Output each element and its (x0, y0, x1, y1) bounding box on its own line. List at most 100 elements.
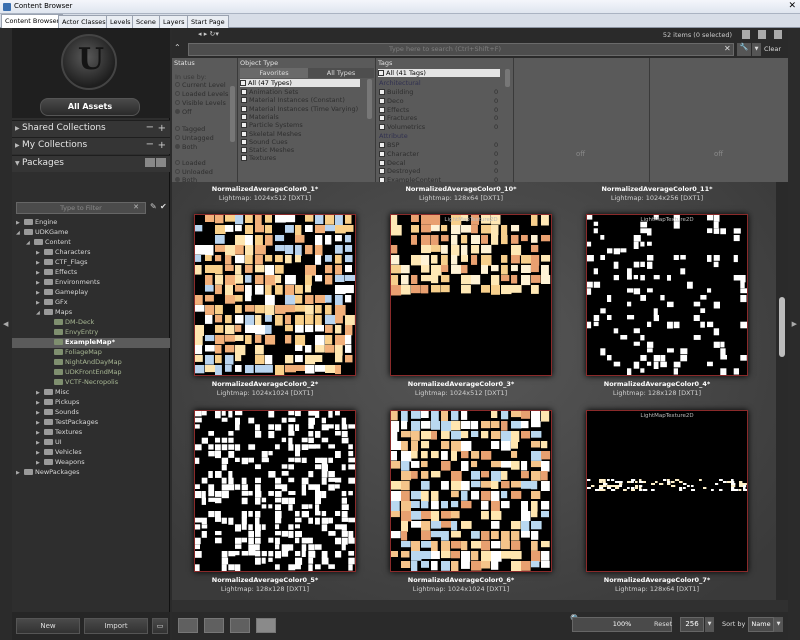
tag-checkbox[interactable]: Character (379, 150, 419, 158)
shared-collections-header[interactable]: ▶ Shared Collections − + (12, 120, 170, 137)
collapse-arrow-icon[interactable]: ◢ (26, 240, 34, 246)
asset-name[interactable]: NormalizedAverageColor0_7* (564, 576, 750, 584)
clear-button[interactable]: Clear (764, 45, 781, 53)
asset-thumbnail[interactable]: LightMapTexture2D (586, 214, 748, 376)
tree-item[interactable]: ▶ NewPackages (16, 468, 80, 478)
new-button[interactable]: New (16, 618, 80, 634)
tree-item[interactable]: ◢ Maps (36, 308, 72, 318)
tag-checkbox[interactable]: Deco (379, 97, 404, 105)
expand-arrow-icon[interactable]: ▶ (36, 300, 44, 306)
folder-icon[interactable]: ▭ (152, 618, 168, 634)
tree-item[interactable]: ▶ CTF_Flags (36, 258, 88, 268)
tree-item[interactable]: UDKFrontEndMap (46, 368, 122, 378)
tree-item[interactable]: ▶ GFx (36, 298, 68, 308)
tab-start-page[interactable]: Start Page (187, 15, 229, 28)
thumbnail-size-field[interactable]: 256 (680, 617, 704, 632)
view-thumbnail-icon[interactable] (230, 618, 250, 633)
asset-grid-scrollbar[interactable] (776, 182, 788, 600)
expand-arrow-icon[interactable]: ▶ (36, 410, 44, 416)
remove-collection-icon[interactable]: − (146, 139, 154, 150)
object-type-checkbox[interactable]: Sound Cues (241, 138, 288, 146)
search-input[interactable]: Type here to search (Ctrl+Shift+F) (188, 43, 734, 56)
asset-name[interactable]: NormalizedAverageColor0_2* (172, 380, 358, 388)
tag-checkbox[interactable]: Fractures (379, 114, 417, 122)
tree-item[interactable]: ▶ Vehicles (36, 448, 82, 458)
add-collection-icon[interactable]: + (158, 140, 166, 151)
tree-item[interactable]: ▶ TestPackages (36, 418, 98, 428)
tree-item[interactable]: ▶ Weapons (36, 458, 85, 468)
asset-name[interactable]: NormalizedAverageColor0_10* (368, 185, 554, 193)
expand-arrow-icon[interactable]: ▶ (36, 280, 44, 286)
radio-untagged[interactable]: Untagged (175, 134, 214, 142)
tab-levels[interactable]: Levels (106, 15, 135, 28)
chevron-down-icon[interactable]: ▼ (774, 617, 783, 632)
tree-item[interactable]: NightAndDayMap (46, 358, 122, 368)
tree-item[interactable]: FoliageMap (46, 348, 102, 358)
view-split-icon[interactable] (204, 618, 224, 633)
refresh-icon[interactable]: ◂ ▸ ↻▾ (198, 30, 219, 38)
clear-search-icon[interactable]: ✕ (724, 44, 731, 53)
tree-item[interactable]: ◢ Content (26, 238, 71, 248)
radio-current-level[interactable]: Current Level (175, 81, 226, 89)
tree-item[interactable]: EnvyEntry (46, 328, 98, 338)
package-view-icons[interactable] (144, 158, 166, 170)
tag-checkbox[interactable]: Effects (379, 106, 409, 114)
checkmark-icon[interactable]: ✔ (160, 202, 167, 211)
asset-thumbnail[interactable]: LightMapTexture2D (390, 214, 552, 376)
expand-arrow-icon[interactable]: ▶ (16, 220, 24, 226)
asset-name[interactable]: NormalizedAverageColor0_1* (172, 185, 358, 193)
tree-item[interactable]: ExampleMap* (12, 338, 170, 348)
edit-icon[interactable]: ✎ (150, 202, 157, 211)
object-type-checkbox[interactable]: Materials (241, 113, 279, 121)
expand-arrow-icon[interactable]: ▶ (36, 270, 44, 276)
paste-item-icon[interactable] (774, 30, 782, 39)
sort-select[interactable]: Name (748, 617, 774, 632)
expand-arrow-icon[interactable]: ▶ (16, 470, 24, 476)
expand-arrow-icon[interactable]: ▶ (36, 390, 44, 396)
clear-filter-icon[interactable]: ✕ (133, 203, 139, 211)
wrench-icon[interactable]: 🔧 (737, 43, 751, 56)
tree-view-icon[interactable] (156, 158, 166, 167)
expand-arrow-icon[interactable]: ▶ (36, 460, 44, 466)
list-view-icon[interactable] (145, 158, 155, 167)
all-assets-button[interactable]: All Assets (40, 98, 140, 116)
all-types-checkbox[interactable]: All (47 Types) (240, 79, 360, 87)
asset-thumbnail[interactable] (390, 410, 552, 572)
object-type-checkbox[interactable]: Material Instances (Time Varying) (241, 105, 358, 113)
object-type-scrollbar[interactable] (367, 79, 372, 119)
tab-layers[interactable]: Layers (159, 15, 189, 28)
tree-item[interactable]: ▶ Engine (16, 218, 57, 228)
tab-favorites[interactable]: Favorites (240, 68, 308, 78)
expand-arrow-icon[interactable]: ▶ (36, 450, 44, 456)
object-type-checkbox[interactable]: Textures (241, 154, 276, 162)
tags-scrollbar[interactable] (505, 69, 510, 87)
reset-button[interactable]: Reset (654, 620, 672, 628)
tree-item[interactable]: DM-Deck (46, 318, 94, 328)
add-item-icon[interactable] (742, 30, 750, 39)
asset-name[interactable]: NormalizedAverageColor0_6* (368, 576, 554, 584)
collapse-left-icon[interactable]: ◀ (3, 320, 8, 328)
object-type-checkbox[interactable]: Skeletal Meshes (241, 130, 301, 138)
tree-item[interactable]: ▶ Characters (36, 248, 90, 258)
radio-unloaded[interactable]: Unloaded (175, 168, 213, 176)
collapse-arrow-icon[interactable]: ◢ (16, 230, 24, 236)
object-type-checkbox[interactable]: Particle Systems (241, 121, 303, 129)
radio-loaded-levels[interactable]: Loaded Levels (175, 90, 228, 98)
expand-arrow-icon[interactable]: ▶ (36, 420, 44, 426)
radio-off[interactable]: Off (175, 108, 192, 116)
tree-item[interactable]: ▶ Misc (36, 388, 69, 398)
collapse-right-icon[interactable]: ▶ (792, 320, 797, 328)
asset-thumbnail[interactable] (194, 410, 356, 572)
expand-arrow-icon[interactable]: ▶ (36, 260, 44, 266)
tree-item[interactable]: ▶ Pickups (36, 398, 79, 408)
asset-name[interactable]: NormalizedAverageColor0_4* (564, 380, 750, 388)
tab-all-types[interactable]: All Types (308, 68, 374, 78)
tree-item[interactable]: ▶ Textures (36, 428, 82, 438)
expand-arrow-icon[interactable]: ▶ (36, 250, 44, 256)
remove-collection-icon[interactable]: − (146, 122, 154, 133)
tag-checkbox[interactable]: Destroyed (379, 167, 420, 175)
asset-name[interactable]: NormalizedAverageColor0_11* (564, 185, 750, 193)
all-tags-checkbox[interactable]: All (41 Tags) (378, 69, 500, 77)
object-type-checkbox[interactable]: Material Instances (Constant) (241, 96, 345, 104)
copy-item-icon[interactable] (758, 30, 766, 39)
